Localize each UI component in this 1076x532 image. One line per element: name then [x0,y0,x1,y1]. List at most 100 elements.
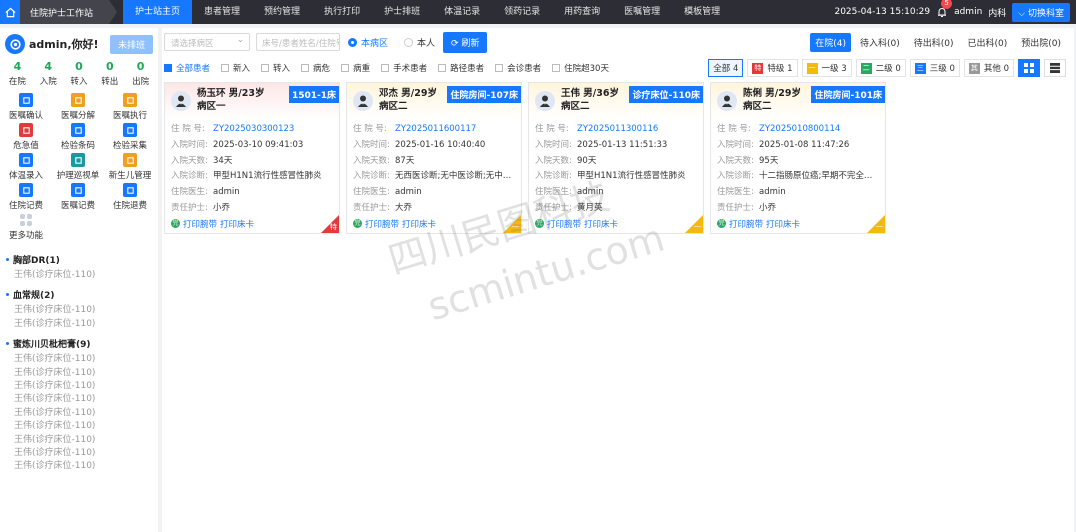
status-tab[interactable]: 待入科(0) [855,33,905,52]
field-key: 入院天数: [717,155,754,166]
radio-ward[interactable]: 本病区 [348,36,388,49]
care-level-filter[interactable]: 一一级 3 [801,59,852,77]
function-button[interactable]: 检验条码 [52,123,104,151]
card-view-button[interactable] [1018,59,1040,77]
switch-department-button[interactable]: ⌵ 切换科室 [1012,2,1070,22]
field-key: 责任护士: [171,202,208,213]
filter-checkbox[interactable]: 病重 [341,62,370,74]
nav-item[interactable]: 用药查询 [552,0,612,24]
field-value[interactable]: ZY2025011600117 [395,122,476,138]
nav-item[interactable]: 领药记录 [492,0,552,24]
field-value[interactable]: ZY2025011300116 [577,122,658,138]
group-item[interactable]: 王伟(诊疗床位-110) [6,318,158,331]
breadcrumb[interactable]: 住院护士工作站 [20,0,118,24]
search-input[interactable]: 床号/患者姓名/住院号 [256,33,340,51]
filter-checkbox[interactable]: 全部患者 [164,62,210,74]
patient-card[interactable]: 王伟 男/36岁 病区二 诊疗床位-110床住 院 号: ZY202501130011… [528,82,704,234]
filter-checkbox[interactable]: 住院超30天 [552,62,609,74]
group-title[interactable]: 血常规(2) [6,288,158,301]
field-value[interactable]: ZY2025030300123 [213,122,294,138]
radio-self[interactable]: 本人 [404,36,435,49]
status-tab[interactable]: 在院(4) [810,32,851,52]
patient-info: 杨玉环 男/23岁 病区一 [197,88,265,113]
group-item[interactable]: 王伟(诊疗床位-110) [6,407,158,420]
group-item[interactable]: 王伟(诊疗床位-110) [6,353,158,366]
function-button[interactable]: 更多功能 [0,213,52,241]
filter-checkbox[interactable]: 病危 [301,62,330,74]
function-button[interactable]: 住院记费 [0,183,52,211]
group-item[interactable]: 王伟(诊疗床位-110) [6,269,158,282]
username[interactable]: admin [954,7,982,17]
status-dot-icon: 完 [535,219,544,229]
field-value[interactable]: ZY2025010800114 [759,122,840,138]
list-view-button[interactable] [1044,59,1066,77]
nav-item[interactable]: 体温记录 [432,0,492,24]
level-swatch: 二 [860,62,872,74]
filter-checkbox[interactable]: 转入 [261,62,290,74]
nav-item[interactable]: 执行打印 [312,0,372,24]
group-item[interactable]: 王伟(诊疗床位-110) [6,434,158,447]
function-button[interactable]: 医嘱分解 [52,93,104,121]
nav-item[interactable]: 预约管理 [252,0,312,24]
group-item[interactable]: 王伟(诊疗床位-110) [6,460,158,473]
nav-item[interactable]: 患者管理 [192,0,252,24]
filter-checkbox[interactable]: 新入 [221,62,250,74]
group-item[interactable]: 王伟(诊疗床位-110) [6,447,158,460]
nav-item[interactable]: 护士排班 [372,0,432,24]
field-row: 入院时间: 2025-01-08 11:47:26 [717,138,879,154]
function-button[interactable]: 护理巡视单 [52,153,104,181]
patient-name: 陈俐 男/29岁 [743,88,801,99]
group-item[interactable]: 王伟(诊疗床位-110) [6,380,158,393]
checkbox-icon [261,64,270,72]
ward-select[interactable]: 请选择病区 [164,33,250,51]
function-button[interactable]: 新生儿管理 [104,153,156,181]
care-level-filter[interactable]: 二二级 0 [855,59,906,77]
group-item[interactable]: 王伟(诊疗床位-110) [6,367,158,380]
nav-item[interactable]: 模板管理 [672,0,732,24]
function-button[interactable]: 医嘱记费 [52,183,104,211]
group-title[interactable]: 胸部DR(1) [6,253,158,266]
group-title[interactable]: 蜜炼川贝枇杷膏(9) [6,337,158,350]
print-bedcard-link[interactable]: 打印床卡 [766,218,800,230]
function-button[interactable]: 体温录入 [0,153,52,181]
nav-item[interactable]: 医嘱管理 [612,0,672,24]
function-button[interactable]: 住院退费 [104,183,156,211]
home-button[interactable] [0,0,20,24]
function-button[interactable]: 医嘱确认 [0,93,52,121]
print-wristband-link[interactable]: 打印腕带 [729,218,763,230]
level-swatch: 其 [968,62,980,74]
function-button[interactable]: 危急值 [0,123,52,151]
patient-card[interactable]: 杨玉环 男/23岁 病区一 1501-1床住 院 号: ZY2025030300123… [164,82,340,234]
patient-cards: 杨玉环 男/23岁 病区一 1501-1床住 院 号: ZY2025030300123… [162,80,1074,236]
refresh-button[interactable]: ⟳ 刷新 [443,31,488,53]
nav-item[interactable]: 护士站主页 [123,0,193,24]
group-item[interactable]: 王伟(诊疗床位-110) [6,393,158,406]
print-wristband-link[interactable]: 打印腕带 [183,218,217,230]
function-button[interactable]: 医嘱执行 [104,93,156,121]
print-wristband-link[interactable]: 打印腕带 [365,218,399,230]
patient-card[interactable]: 陈俐 男/29岁 病区二 住院房间-101床住 院 号: ZY202501080011… [710,82,886,234]
filter-checkbox[interactable]: 路径患者 [438,62,484,74]
status-tab[interactable]: 预出院(0) [1016,33,1066,52]
filter-checkbox[interactable]: 会诊患者 [495,62,541,74]
filter-checkbox[interactable]: 手术患者 [381,62,427,74]
patient-card[interactable]: 邓杰 男/29岁 病区二 住院房间-107床住 院 号: ZY202501160011… [346,82,522,234]
field-key: 入院时间: [717,139,754,150]
shift-button[interactable]: 未排班 [109,34,153,54]
print-wristband-link[interactable]: 打印腕带 [547,218,581,230]
status-tab[interactable]: 待出科(0) [909,33,959,52]
function-button[interactable]: 检验采集 [104,123,156,151]
status-tab[interactable]: 已出科(0) [963,33,1013,52]
bell-icon[interactable]: 5 [936,0,953,18]
group-item[interactable]: 王伟(诊疗床位-110) [6,304,158,317]
care-level-filter[interactable]: 全部 4 [708,59,744,77]
group-item[interactable]: 王伟(诊疗床位-110) [6,420,158,433]
care-level-filter[interactable]: 特特级 1 [747,59,798,77]
print-bedcard-link[interactable]: 打印床卡 [402,218,436,230]
print-bedcard-link[interactable]: 打印床卡 [220,218,254,230]
print-bedcard-link[interactable]: 打印床卡 [584,218,618,230]
care-level-filter[interactable]: 其其他 0 [963,59,1014,77]
care-level-filter[interactable]: 三三级 0 [909,59,960,77]
field-value: admin [577,187,604,198]
stat-label: 出院 [132,77,150,87]
